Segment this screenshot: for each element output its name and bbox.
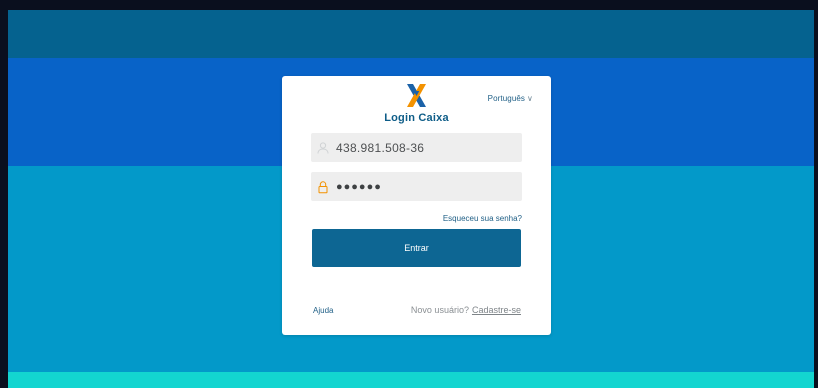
language-label: Português <box>487 94 526 103</box>
teal-band <box>8 372 814 388</box>
caixa-x-logo <box>407 84 426 107</box>
chevron-down-icon: ∨ <box>527 94 533 103</box>
login-page: Português ∨ Login Caixa 438.981.508-36 ●●… <box>0 0 818 388</box>
forgot-password-link[interactable]: Esqueceu sua senha? <box>443 214 522 223</box>
login-card: Português ∨ Login Caixa 438.981.508-36 ●●… <box>282 76 551 335</box>
lock-icon <box>318 180 328 193</box>
header-band <box>8 10 814 58</box>
signup-row: Novo usuário? Cadastre-se <box>411 305 521 315</box>
password-field[interactable]: ●●●●●● <box>311 172 522 201</box>
help-link[interactable]: Ajuda <box>313 306 333 315</box>
username-field[interactable]: 438.981.508-36 <box>311 133 522 162</box>
username-value: 438.981.508-36 <box>336 140 425 155</box>
enter-button[interactable]: Entrar <box>312 229 521 267</box>
login-title: Login Caixa <box>384 112 449 124</box>
password-value: ●●●●●● <box>336 180 382 193</box>
signup-link[interactable]: Cadastre-se <box>472 305 521 315</box>
language-selector[interactable]: Português ∨ <box>488 94 533 103</box>
user-icon <box>317 141 329 154</box>
new-user-text: Novo usuário? <box>410 305 469 315</box>
